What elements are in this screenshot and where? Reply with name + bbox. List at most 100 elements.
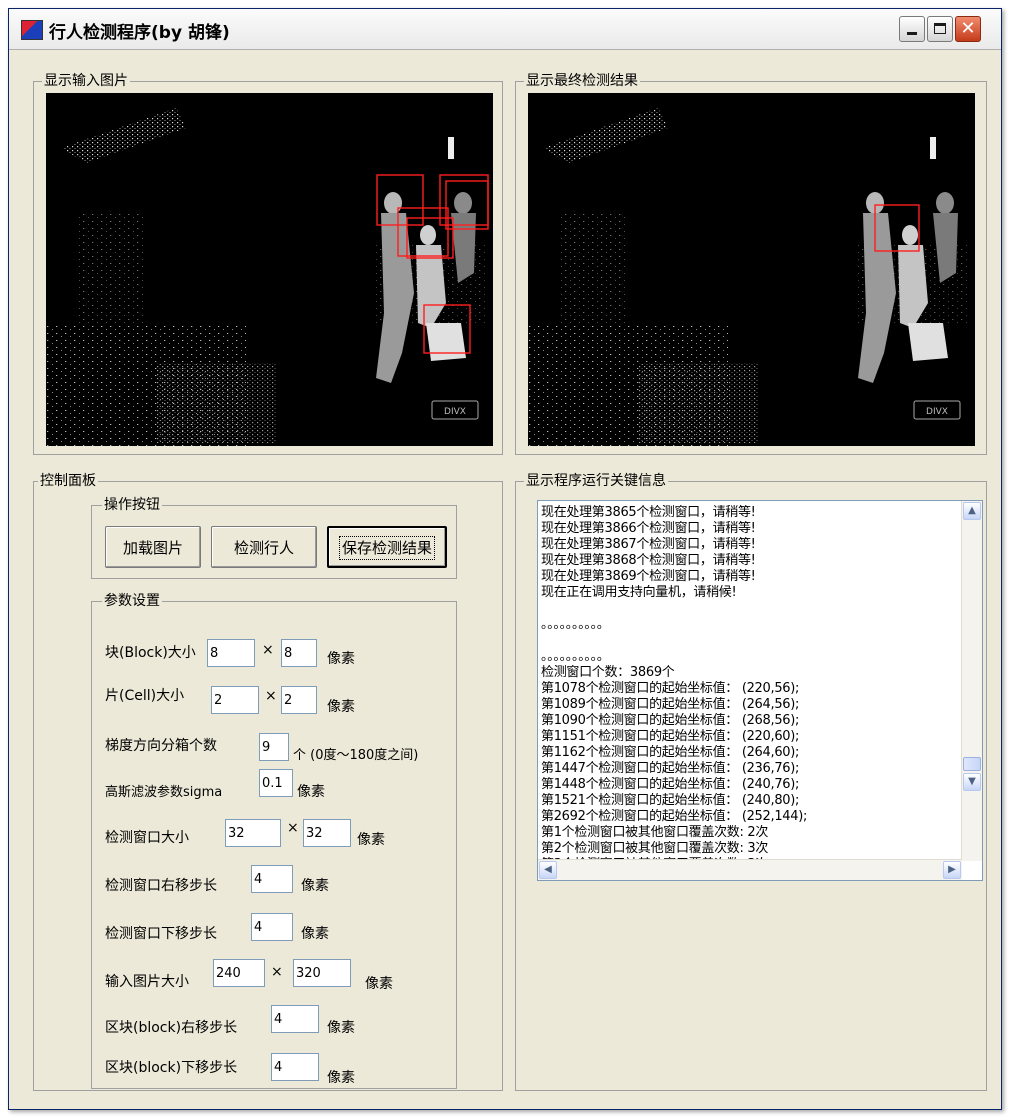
pixel-unit-label: 像素 xyxy=(327,699,355,715)
action-buttons-label: 操作按钮 xyxy=(102,496,162,514)
log-line: 第2个检测窗口被其他窗口覆盖次数: 3次 xyxy=(541,841,769,856)
times-sign: × xyxy=(262,642,274,658)
svg-text:DIVX: DIVX xyxy=(926,407,948,417)
result-image: DIVX xyxy=(528,93,975,446)
load-image-button[interactable]: 加载图片 xyxy=(105,526,201,568)
block-size-width-input[interactable] xyxy=(207,639,255,667)
log-line: 第1078个检测窗口的起始坐标值： (220,56); xyxy=(541,681,800,696)
parameter-settings-label: 参数设置 xyxy=(102,592,162,610)
block-step-down-label: 区块(block)下移步长 xyxy=(105,1060,238,1076)
app-window: 行人检测程序(by 胡锋) ✕ 显示输入图片 DIVX 显示最终检测结果 DIV… xyxy=(8,8,1002,1110)
log-horizontal-scrollbar[interactable]: ◀ ▶ xyxy=(538,859,962,880)
save-result-button[interactable]: 保存检测结果 xyxy=(327,526,447,568)
sigma-label: 高斯滤波参数sigma xyxy=(105,785,223,800)
log-panel-label: 显示程序运行关键信息 xyxy=(524,472,668,490)
input-image-label: 显示输入图片 xyxy=(42,72,130,90)
window-size-label: 检测窗口大小 xyxy=(105,830,189,846)
log-vertical-scrollbar[interactable]: ▲ ▼ xyxy=(961,501,982,861)
log-line: 现在处理第3867个检测窗口，请稍等! xyxy=(541,537,756,552)
block-size-height-input[interactable] xyxy=(281,639,317,667)
bins-range-label: 个 (0度～180度之间) xyxy=(293,748,419,763)
log-line: 检测窗口个数：3869个 xyxy=(541,665,675,680)
log-line: 第1447个检测窗口的起始坐标值： (236,76); xyxy=(541,761,800,776)
window-step-right-input[interactable] xyxy=(251,865,293,893)
save-result-button-label: 保存检测结果 xyxy=(338,535,436,560)
pixel-unit-label: 像素 xyxy=(297,784,325,800)
control-panel-label: 控制面板 xyxy=(38,472,98,490)
window-step-right-label: 检测窗口右移步长 xyxy=(105,878,217,894)
scene-ground-noise xyxy=(638,363,758,443)
log-lines: 现在处理第3865个检测窗口，请稍等! 现在处理第3866个检测窗口，请稍等! 现在… xyxy=(541,505,953,880)
input-size-height-input[interactable] xyxy=(293,959,351,987)
cell-size-label: 片(Cell)大小 xyxy=(105,688,185,704)
pixel-unit-label: 像素 xyxy=(327,1020,355,1036)
scene-wall-noise xyxy=(76,213,146,323)
minimize-icon xyxy=(907,32,917,35)
log-line: 现在处理第3868个检测窗口，请稍等! xyxy=(541,553,756,568)
window-size-width-input[interactable] xyxy=(225,819,281,847)
minimize-button[interactable] xyxy=(899,16,925,42)
log-line: 第1151个检测窗口的起始坐标值： (220,60); xyxy=(541,729,800,744)
log-line: 第1448个检测窗口的起始坐标值： (240,76); xyxy=(541,777,800,792)
input-size-width-input[interactable] xyxy=(213,959,265,987)
log-line: 现在处理第3869个检测窗口，请稍等! xyxy=(541,569,756,584)
input-image: DIVX xyxy=(46,93,493,446)
log-line: 现在正在调用支持向量机，请稍候! xyxy=(541,585,737,600)
log-textarea[interactable]: 现在处理第3865个检测窗口，请稍等! 现在处理第3866个检测窗口，请稍等! 现在… xyxy=(537,500,983,881)
window-step-down-input[interactable] xyxy=(251,913,293,941)
maximize-button[interactable] xyxy=(927,16,953,42)
scene-ground-noise xyxy=(156,363,276,443)
log-line: 第1个检测窗口被其他窗口覆盖次数: 2次 xyxy=(541,825,769,840)
pixel-unit-label: 像素 xyxy=(327,1070,355,1086)
close-button[interactable]: ✕ xyxy=(955,16,981,42)
bins-input[interactable] xyxy=(259,733,289,761)
log-line: 现在处理第3866个检测窗口，请稍等! xyxy=(541,521,756,536)
log-line: 第2692个检测窗口的起始坐标值： (252,144); xyxy=(541,809,808,824)
log-line: 第1162个检测窗口的起始坐标值： (264,60); xyxy=(541,745,800,760)
load-image-button-label: 加载图片 xyxy=(122,538,183,557)
block-step-right-input[interactable] xyxy=(271,1005,319,1033)
app-icon[interactable] xyxy=(21,20,43,40)
log-line: 第1090个检测窗口的起始坐标值： (268,56); xyxy=(541,713,800,728)
pixel-unit-label: 像素 xyxy=(327,651,355,667)
input-image-canvas: DIVX xyxy=(46,93,493,446)
block-size-label: 块(Block)大小 xyxy=(105,645,196,661)
times-sign: × xyxy=(265,688,277,704)
block-step-down-input[interactable] xyxy=(271,1053,319,1081)
scroll-left-icon[interactable]: ◀ xyxy=(539,861,557,879)
svg-text:DIVX: DIVX xyxy=(444,407,466,417)
log-line: 。。。。。。。。。。 xyxy=(541,649,610,664)
window-step-down-label: 检测窗口下移步长 xyxy=(105,926,217,942)
scroll-right-icon[interactable]: ▶ xyxy=(943,861,961,879)
window-size-height-input[interactable] xyxy=(303,819,351,847)
title-bar[interactable]: 行人检测程序(by 胡锋) ✕ xyxy=(9,9,1001,50)
pixel-unit-label: 像素 xyxy=(357,832,385,848)
log-line: 第1521个检测窗口的起始坐标值： (240,80); xyxy=(541,793,800,808)
result-image-canvas: DIVX xyxy=(528,93,975,446)
scene-wall-noise xyxy=(558,213,628,323)
cell-size-height-input[interactable] xyxy=(281,686,317,714)
scroll-thumb[interactable] xyxy=(963,757,981,771)
pixel-unit-label: 像素 xyxy=(301,926,329,942)
scroll-down-icon[interactable]: ▼ xyxy=(963,773,981,791)
block-step-right-label: 区块(block)右移步长 xyxy=(105,1020,238,1036)
times-sign: × xyxy=(287,820,299,836)
cell-size-width-input[interactable] xyxy=(211,686,259,714)
detect-pedestrian-button-label: 检测行人 xyxy=(233,538,294,557)
log-line: 。。。。。。。。。。 xyxy=(541,617,610,632)
log-line: 现在处理第3865个检测窗口，请稍等! xyxy=(541,505,756,520)
log-line: 第1089个检测窗口的起始坐标值： (264,56); xyxy=(541,697,800,712)
detect-pedestrian-button[interactable]: 检测行人 xyxy=(211,526,317,568)
input-size-label: 输入图片大小 xyxy=(105,974,189,990)
sigma-input[interactable] xyxy=(259,769,293,797)
window-title: 行人检测程序(by 胡锋) xyxy=(49,23,230,43)
close-icon: ✕ xyxy=(960,18,976,39)
result-image-label: 显示最终检测结果 xyxy=(524,72,640,90)
pixel-unit-label: 像素 xyxy=(301,878,329,894)
bins-label: 梯度方向分箱个数 xyxy=(105,738,217,754)
scroll-up-icon[interactable]: ▲ xyxy=(963,502,981,520)
pixel-unit-label: 像素 xyxy=(365,976,393,992)
times-sign: × xyxy=(271,964,283,980)
